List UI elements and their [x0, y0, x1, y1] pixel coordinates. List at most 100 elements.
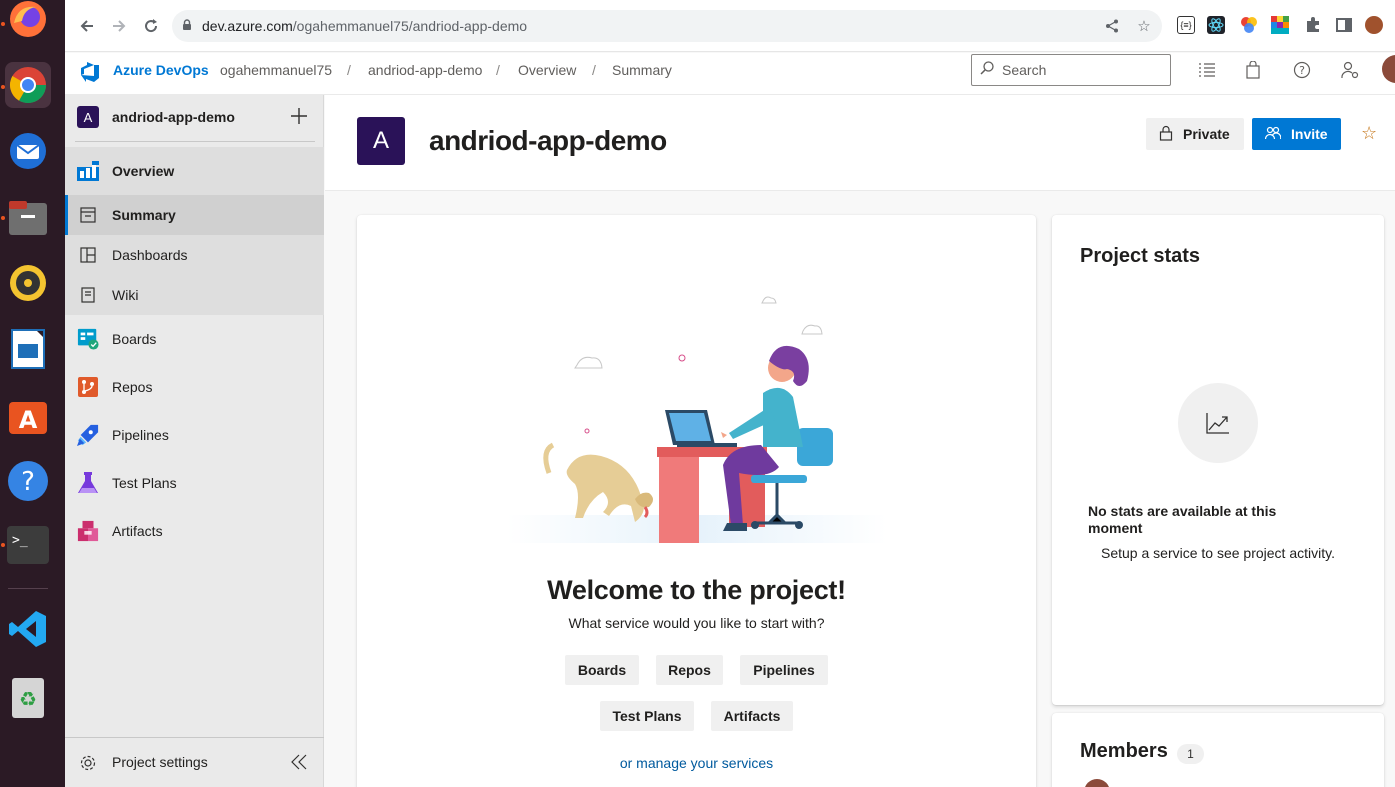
os-dock: A ? >_ ♻ [0, 0, 65, 787]
trend-chart-icon [1178, 383, 1258, 463]
sidebar-item-summary[interactable]: Summary [65, 195, 324, 235]
invite-button[interactable]: Invite [1252, 118, 1341, 150]
sidebar-item-dashboards[interactable]: Dashboards [65, 235, 324, 275]
main-content: A andriod-app-demo Private Invite ☆ Welc… [325, 95, 1395, 787]
test-plans-icon [77, 472, 99, 494]
left-navigation: A andriod-app-demo Overview Summary Dash… [65, 95, 324, 787]
azure-devops-logo-icon[interactable] [79, 61, 101, 88]
help-icon[interactable]: ? [5, 458, 51, 504]
extensions-puzzle-icon[interactable] [1304, 16, 1322, 34]
color-picker-icon[interactable] [1240, 16, 1258, 34]
dock-divider [8, 588, 48, 589]
welcome-illustration [507, 285, 887, 550]
vscode-icon[interactable] [5, 606, 51, 652]
side-panel-icon[interactable] [1335, 16, 1353, 34]
invite-label: Invite [1291, 126, 1328, 142]
gear-icon [79, 754, 97, 777]
start-artifacts-button[interactable]: Artifacts [711, 701, 793, 731]
stats-title: Project stats [1080, 245, 1201, 267]
search-input[interactable]: Search [971, 54, 1171, 86]
sidebar-item-overview[interactable]: Overview [65, 147, 324, 195]
private-button[interactable]: Private [1146, 118, 1244, 150]
breadcrumb-overview[interactable]: Overview [518, 62, 576, 78]
favorite-star-icon[interactable]: ☆ [1361, 123, 1377, 144]
wiki-icon [77, 284, 99, 306]
breadcrumb-organization[interactable]: ogahemmanuel75 [220, 62, 332, 78]
palette-extension-icon[interactable] [1271, 16, 1289, 34]
brand-name[interactable]: Azure DevOps [113, 62, 209, 78]
terminal-icon[interactable]: >_ [5, 522, 51, 568]
breadcrumb-summary[interactable]: Summary [612, 62, 672, 78]
dashboards-icon [77, 244, 99, 266]
start-boards-button[interactable]: Boards [565, 655, 639, 685]
running-indicator [1, 216, 5, 220]
software-icon[interactable]: A [5, 392, 51, 438]
pipelines-icon [77, 424, 99, 446]
nav-divider [75, 141, 315, 142]
breadcrumb-separator: / [592, 62, 596, 78]
bookmark-star-icon[interactable]: ☆ [1132, 10, 1156, 42]
project-name[interactable]: andriod-app-demo [112, 109, 235, 125]
project-settings-row[interactable]: Project settings [65, 737, 324, 787]
sidebar-item-label: Dashboards [112, 247, 188, 263]
sidebar-item-wiki[interactable]: Wiki [65, 275, 324, 315]
thunderbird-icon[interactable] [5, 128, 51, 174]
invite-people-icon [1264, 126, 1282, 143]
help-icon[interactable]: ? [1291, 59, 1313, 81]
lock-icon[interactable] [172, 18, 202, 34]
share-icon[interactable] [1100, 10, 1124, 42]
members-title: Members [1080, 740, 1168, 762]
project-header[interactable]: A andriod-app-demo [65, 95, 324, 141]
reload-icon[interactable] [139, 14, 163, 38]
svg-text:A: A [19, 406, 38, 434]
running-indicator [1, 543, 5, 547]
trash-icon[interactable]: ♻ [5, 674, 51, 720]
selected-indicator [65, 195, 68, 235]
manage-services-link[interactable]: or manage your services [357, 755, 1036, 771]
welcome-card: Welcome to the project! What service wou… [357, 215, 1036, 787]
new-item-plus-icon[interactable] [290, 105, 308, 131]
svg-text:?: ? [1299, 64, 1305, 77]
sidebar-item-label: Summary [112, 207, 176, 223]
forward-icon[interactable] [107, 14, 131, 38]
start-test-plans-button[interactable]: Test Plans [600, 701, 694, 731]
sidebar-item-label: Boards [112, 331, 157, 347]
sidebar-item-boards[interactable]: Boards [65, 315, 324, 363]
url-text: dev.azure.com/ogahemmanuel75/andriod-app… [202, 18, 527, 34]
user-avatar[interactable] [1382, 55, 1395, 83]
start-repos-button[interactable]: Repos [656, 655, 723, 685]
json-extension-icon[interactable]: {≡} [1177, 16, 1195, 34]
rhythmbox-icon[interactable] [5, 260, 51, 306]
react-devtools-icon[interactable] [1207, 16, 1225, 34]
sidebar-item-label: Overview [112, 163, 175, 179]
start-pipelines-button[interactable]: Pipelines [740, 655, 828, 685]
welcome-subtitle: What service would you like to start wit… [568, 615, 825, 631]
back-icon[interactable] [75, 14, 99, 38]
collapse-nav-icon[interactable] [290, 754, 308, 775]
members-count-badge: 1 [1177, 744, 1204, 764]
work-items-list-icon[interactable] [1196, 59, 1218, 81]
project-avatar-large: A [357, 117, 405, 165]
files-icon[interactable] [5, 194, 51, 240]
writer-icon[interactable] [5, 326, 51, 372]
member-avatar[interactable] [1084, 779, 1110, 787]
marketplace-bag-icon[interactable] [1242, 59, 1264, 81]
url-path: /ogahemmanuel75/andriod-app-demo [292, 18, 528, 34]
address-bar[interactable]: dev.azure.com/ogahemmanuel75/andriod-app… [172, 10, 1162, 42]
chrome-icon[interactable] [5, 62, 51, 108]
sidebar-item-repos[interactable]: Repos [65, 363, 324, 411]
project-avatar: A [77, 106, 99, 128]
sidebar-item-label: Test Plans [112, 475, 177, 491]
firefox-icon[interactable] [5, 0, 51, 42]
breadcrumb-separator: / [496, 62, 500, 78]
sidebar-item-test-plans[interactable]: Test Plans [65, 459, 324, 507]
url-domain: dev.azure.com [202, 18, 293, 34]
user-settings-icon[interactable] [1339, 59, 1361, 81]
sidebar-item-label: Repos [112, 379, 153, 395]
browser-toolbar: dev.azure.com/ogahemmanuel75/andriod-app… [65, 0, 1395, 52]
stats-empty-title: No stats are available at this moment [1088, 503, 1277, 536]
profile-avatar[interactable] [1365, 16, 1383, 34]
sidebar-item-pipelines[interactable]: Pipelines [65, 411, 324, 459]
breadcrumb-project[interactable]: andriod-app-demo [368, 62, 482, 78]
sidebar-item-artifacts[interactable]: Artifacts [65, 507, 324, 555]
